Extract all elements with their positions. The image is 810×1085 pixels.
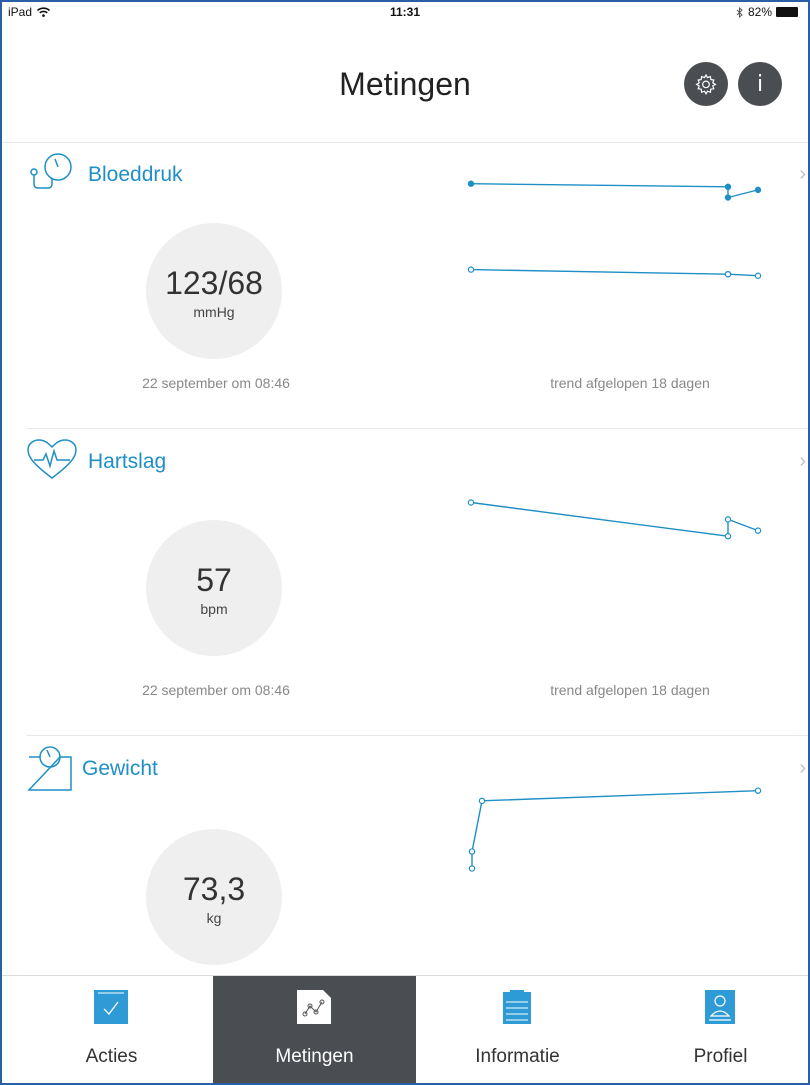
- heart-pulse-icon: [27, 439, 77, 479]
- measurement-date: 22 september om 08:46: [142, 375, 290, 391]
- data-point: [754, 527, 762, 534]
- info-button[interactable]: i: [738, 62, 782, 106]
- trend-chart: [468, 787, 762, 872]
- chart-document-icon: [297, 990, 331, 1024]
- trend-label: trend afgelopen 18 dagen: [550, 682, 710, 698]
- section-title: Gewicht: [82, 757, 158, 780]
- blood-pressure-gauge-icon: [30, 153, 72, 189]
- tab-bar: Acties Metingen Informatie Profiel: [2, 975, 808, 1083]
- chevron-right-icon: ›: [799, 163, 806, 185]
- battery-percentage: 82%: [747, 5, 772, 19]
- trend-label: trend afgelopen 18 dagen: [550, 375, 710, 391]
- data-point: [467, 180, 475, 187]
- tab-label: Informatie: [475, 1046, 560, 1067]
- data-point: [754, 272, 762, 279]
- status-time: 11:31: [389, 5, 421, 19]
- measurement-value: 123/68: [165, 265, 263, 301]
- app-frame: iPad 11:31 82% Metingen i Bloeddruk › 12…: [0, 0, 810, 1085]
- chevron-right-icon: ›: [799, 757, 806, 779]
- section-title: Hartslag: [88, 450, 167, 473]
- series-line: [470, 501, 759, 538]
- value-circle: 123/68 mmHg: [146, 223, 282, 359]
- series-line: [471, 789, 759, 869]
- data-point: [467, 266, 475, 273]
- value-circle: 57 bpm: [146, 520, 282, 656]
- checkbox-icon: [94, 990, 128, 1024]
- tab-acties[interactable]: Acties: [10, 976, 213, 1083]
- tab-label: Profiel: [693, 1046, 748, 1067]
- bluetooth-icon: [736, 6, 743, 18]
- section-hartslag[interactable]: Hartslag › 57 bpm 22 september om 08:46 …: [26, 430, 808, 736]
- battery-icon: [776, 7, 798, 17]
- series-line: [470, 183, 759, 199]
- value-circle: 73,3 kg: [146, 829, 282, 965]
- tab-label: Metingen: [275, 1046, 354, 1067]
- tab-profiel[interactable]: Profiel: [619, 976, 808, 1083]
- gear-icon: [695, 73, 717, 95]
- tab-metingen[interactable]: Metingen: [213, 976, 416, 1083]
- measurement-date: 22 september om 08:46: [142, 682, 290, 698]
- series-line: [470, 268, 759, 277]
- data-point: [754, 186, 762, 194]
- data-point: [468, 848, 476, 855]
- data-point: [467, 499, 475, 506]
- section-bloeddruk[interactable]: Bloeddruk › 123/68 mmHg 22 september om …: [26, 143, 808, 429]
- trend-chart: [467, 499, 762, 540]
- clipboard-icon: [503, 990, 531, 1024]
- data-point: [724, 516, 732, 523]
- data-point: [724, 194, 732, 201]
- page-header: Metingen i: [2, 22, 808, 143]
- data-point: [754, 787, 762, 794]
- data-point: [724, 183, 732, 190]
- measurement-value: 73,3: [182, 871, 246, 907]
- chevron-right-icon: ›: [799, 450, 806, 472]
- status-right: 82%: [736, 5, 798, 19]
- divider: [26, 735, 808, 736]
- tab-informatie[interactable]: Informatie: [416, 976, 619, 1083]
- scale-icon: [27, 746, 72, 791]
- measurement-unit: bpm: [200, 601, 228, 617]
- data-point: [468, 865, 476, 872]
- settings-button[interactable]: [684, 62, 728, 106]
- divider: [26, 428, 808, 429]
- data-point: [478, 797, 486, 805]
- section-gewicht[interactable]: Gewicht › 73,3 kg: [26, 737, 808, 977]
- trend-chart: [467, 180, 762, 279]
- data-point: [724, 533, 732, 540]
- info-icon: i: [756, 71, 764, 97]
- section-title: Bloeddruk: [88, 163, 183, 186]
- measurement-value: 57: [196, 562, 232, 598]
- measurement-unit: kg: [206, 910, 222, 926]
- measurement-unit: mmHg: [193, 304, 235, 320]
- tab-label: Acties: [85, 1046, 138, 1067]
- data-point: [724, 270, 732, 278]
- profile-icon: [705, 990, 735, 1024]
- status-bar: iPad 11:31 82%: [2, 2, 808, 22]
